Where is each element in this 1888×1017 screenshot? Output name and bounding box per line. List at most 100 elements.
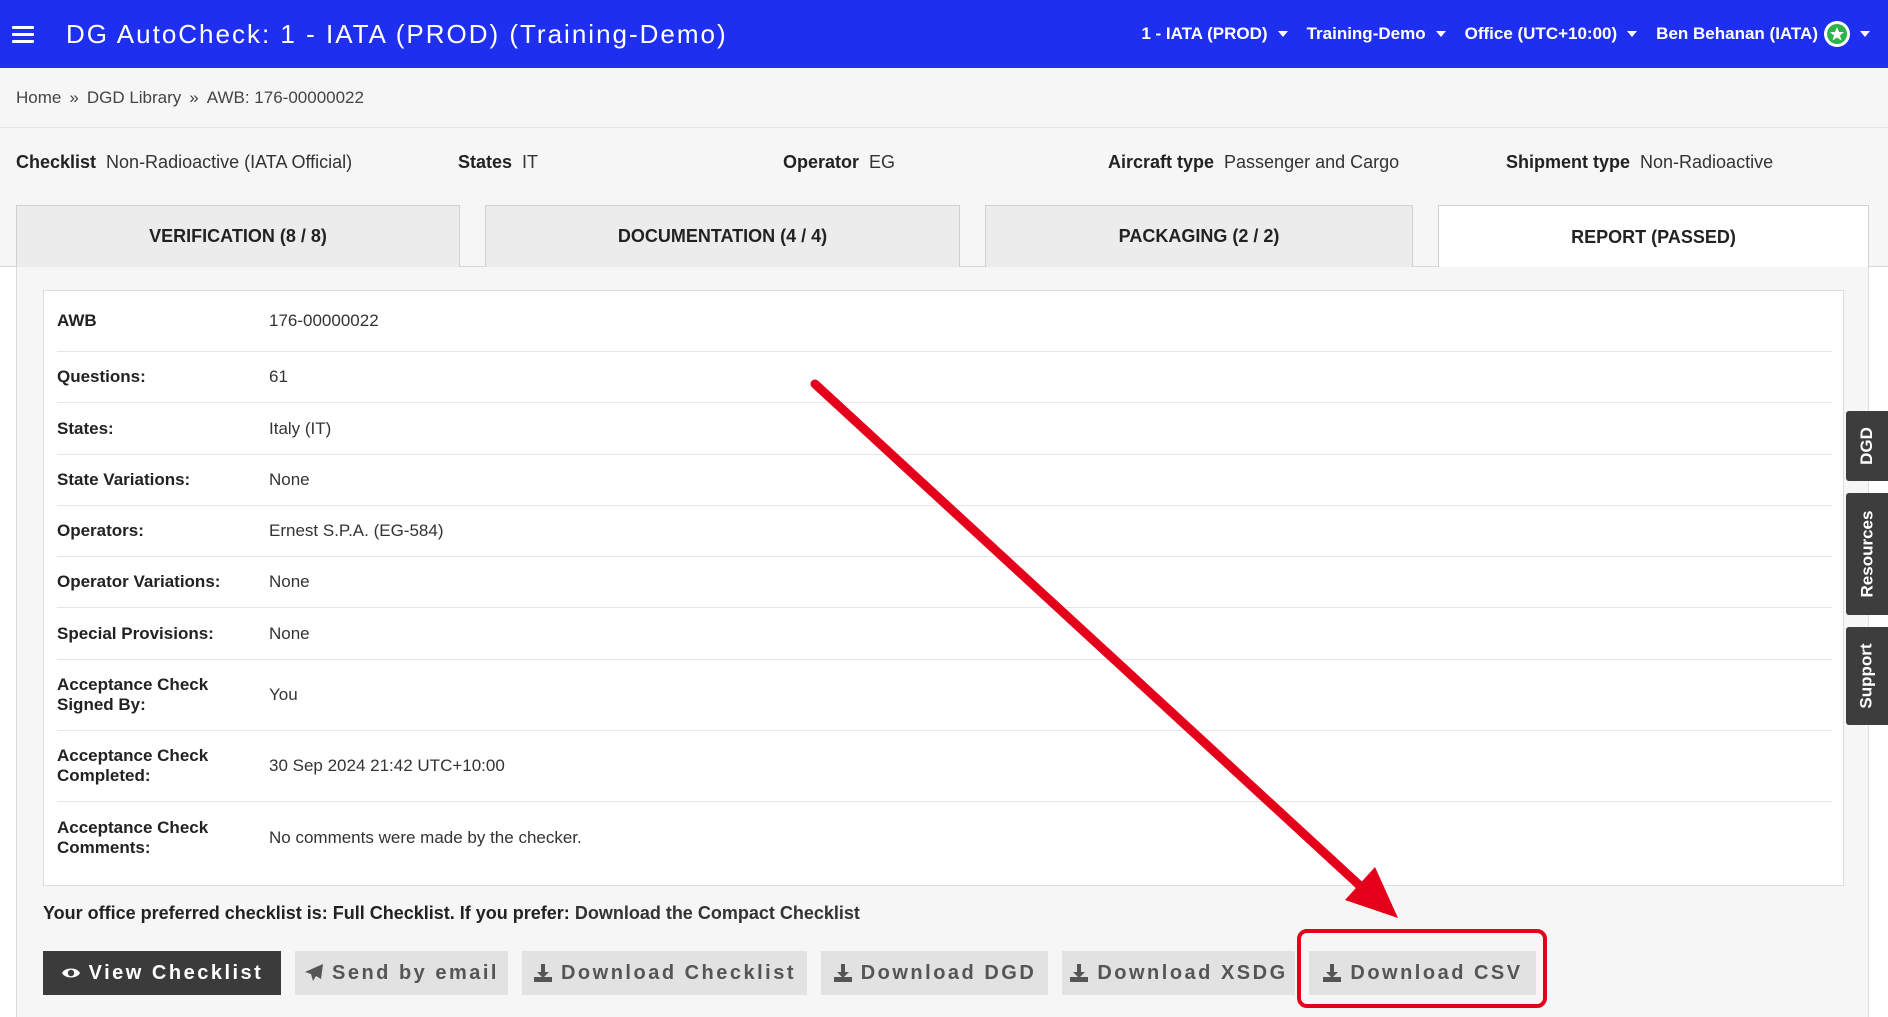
tab-report[interactable]: REPORT (PASSED) xyxy=(1438,205,1869,268)
menu-user[interactable]: Ben Behanan (IATA) xyxy=(1656,21,1870,47)
report-value: You xyxy=(269,685,298,704)
breadcrumb-separator: » xyxy=(69,87,79,107)
report-label: State Variations: xyxy=(57,470,191,489)
info-states-label: States xyxy=(458,152,513,172)
report-label: States: xyxy=(57,418,114,438)
download-dgd-button[interactable]: Download DGD xyxy=(821,951,1048,995)
report-label: Special Provisions: xyxy=(57,623,214,643)
report-row: Operators: Ernest S.P.A. (EG-584) xyxy=(57,506,1832,557)
info-checklist-value: Non-Radioactive (IATA Official) xyxy=(106,152,353,172)
info-states: States IT xyxy=(458,152,538,173)
info-shipment-value: Non-Radioactive xyxy=(1640,152,1774,172)
tab-strip: VERIFICATION (8 / 8) DOCUMENTATION (4 / … xyxy=(0,205,1888,268)
menu-user-label: Ben Behanan (IATA) xyxy=(1656,24,1818,43)
download-icon xyxy=(1323,964,1342,982)
download-csv-label: Download CSV xyxy=(1350,961,1523,984)
breadcrumb: Home » DGD Library » AWB: 176-00000022 xyxy=(0,68,1888,128)
caret-down-icon xyxy=(1435,31,1446,37)
breadcrumb-current: AWB: 176-00000022 xyxy=(206,87,364,107)
download-icon xyxy=(833,964,852,982)
side-tab-support[interactable]: Support xyxy=(1846,627,1888,725)
shipment-summary: Checklist Non-Radioactive (IATA Official)… xyxy=(0,128,1888,208)
info-aircraft-type: Aircraft type Passenger and Cargo xyxy=(1108,152,1399,173)
eye-icon xyxy=(61,968,80,978)
download-checklist-label: Download Checklist xyxy=(560,961,797,984)
report-row: States: Italy (IT) xyxy=(57,403,1832,455)
report-value: None xyxy=(269,470,310,489)
download-dgd-label: Download DGD xyxy=(860,961,1037,984)
download-xsdg-button[interactable]: Download XSDG xyxy=(1062,951,1295,995)
preferred-checklist-text: Your office preferred checklist is: Full… xyxy=(43,903,570,923)
report-value: No comments were made by the checker. xyxy=(269,828,582,847)
menu-organization[interactable]: 1 - IATA (PROD) xyxy=(1141,24,1288,44)
info-checklist-label: Checklist xyxy=(16,152,97,172)
download-xsdg-label: Download XSDG xyxy=(1097,961,1288,984)
view-checklist-button[interactable]: View Checklist xyxy=(43,951,281,995)
report-row: Acceptance Check Completed: 30 Sep 2024 2… xyxy=(57,731,1832,802)
info-aircraft-label: Aircraft type xyxy=(1108,152,1215,172)
side-tab-dgd[interactable]: DGD xyxy=(1846,411,1888,481)
report-row: AWB 176-00000022 xyxy=(57,291,1832,352)
report-value: 176-00000022 xyxy=(269,311,379,330)
caret-down-icon xyxy=(1860,31,1870,37)
report-value: None xyxy=(269,572,310,591)
top-navbar: DG AutoCheck: 1 - IATA (PROD) (Training-… xyxy=(0,0,1888,68)
star-badge-icon xyxy=(1824,21,1850,47)
tab-verification[interactable]: VERIFICATION (8 / 8) xyxy=(16,205,460,267)
side-tab-support-label: Support xyxy=(1857,643,1876,709)
tab-documentation[interactable]: DOCUMENTATION (4 / 4) xyxy=(485,205,960,267)
report-row: Acceptance Check Comments: No comments we… xyxy=(57,802,1832,874)
info-operator: Operator EG xyxy=(783,152,895,173)
report-label: Operator Variations: xyxy=(57,572,221,591)
report-row: Questions: 61 xyxy=(57,352,1832,403)
report-label: Acceptance Check Signed By: xyxy=(57,675,209,714)
report-row: State Variations: None xyxy=(57,455,1832,506)
info-states-value: IT xyxy=(522,152,539,172)
report-row: Special Provisions: None xyxy=(57,608,1832,660)
breadcrumb-home[interactable]: Home xyxy=(16,88,61,108)
menu-organization-label: 1 - IATA (PROD) xyxy=(1141,24,1268,43)
menu-office[interactable]: Office (UTC+10:00) xyxy=(1465,24,1638,44)
caret-down-icon xyxy=(1627,31,1638,37)
report-row: Acceptance Check Signed By: You xyxy=(57,660,1832,731)
preferred-checklist-note: Your office preferred checklist is: Full… xyxy=(43,903,860,924)
menu-office-label: Office (UTC+10:00) xyxy=(1464,24,1618,43)
info-aircraft-value: Passenger and Cargo xyxy=(1224,152,1400,172)
tab-packaging[interactable]: PACKAGING (2 / 2) xyxy=(985,205,1413,267)
menu-environment-label: Training-Demo xyxy=(1306,24,1426,43)
download-checklist-button[interactable]: Download Checklist xyxy=(522,951,807,995)
report-value: Ernest S.P.A. (EG-584) xyxy=(269,521,444,540)
hamburger-menu-icon[interactable] xyxy=(12,25,34,43)
download-icon xyxy=(1070,964,1089,982)
info-checklist: Checklist Non-Radioactive (IATA Official) xyxy=(16,152,352,173)
info-operator-value: EG xyxy=(869,152,896,172)
send-by-email-button[interactable]: Send by email xyxy=(295,951,508,995)
report-row: Operator Variations: None xyxy=(57,557,1832,608)
app-title: DG AutoCheck: 1 - IATA (PROD) (Training-… xyxy=(66,18,728,49)
download-compact-checklist-link[interactable]: Download the Compact Checklist xyxy=(575,903,860,923)
report-label: AWB xyxy=(57,311,97,330)
info-operator-label: Operator xyxy=(783,152,860,172)
info-shipment-type: Shipment type Non-Radioactive xyxy=(1506,152,1773,173)
breadcrumb-dgd-library[interactable]: DGD Library xyxy=(87,88,181,108)
download-icon xyxy=(533,964,552,982)
report-label: Operators: xyxy=(57,521,144,540)
action-buttons: View Checklist Send by email Download Ch… xyxy=(43,951,1550,995)
menu-environment[interactable]: Training-Demo xyxy=(1307,24,1446,44)
view-checklist-label: View Checklist xyxy=(88,961,264,984)
report-value: None xyxy=(269,623,310,643)
breadcrumb-separator: » xyxy=(189,87,199,107)
side-tab-dgd-label: DGD xyxy=(1857,427,1876,465)
info-shipment-label: Shipment type xyxy=(1506,152,1631,172)
caret-down-icon xyxy=(1277,31,1288,37)
download-csv-button[interactable]: Download CSV xyxy=(1309,951,1536,995)
report-panel: AWB 176-00000022 Questions: 61 States: Ital… xyxy=(16,267,1869,1017)
paper-plane-icon xyxy=(305,964,323,981)
report-card: AWB 176-00000022 Questions: 61 States: Ital… xyxy=(43,290,1844,886)
side-tab-resources-label: Resources xyxy=(1857,510,1876,598)
report-label: Acceptance Check Comments: xyxy=(57,818,209,857)
side-tab-resources[interactable]: Resources xyxy=(1846,493,1888,615)
send-by-email-label: Send by email xyxy=(332,961,499,984)
report-value: 30 Sep 2024 21:42 UTC+10:00 xyxy=(269,756,505,775)
report-label: Acceptance Check Completed: xyxy=(57,746,209,785)
